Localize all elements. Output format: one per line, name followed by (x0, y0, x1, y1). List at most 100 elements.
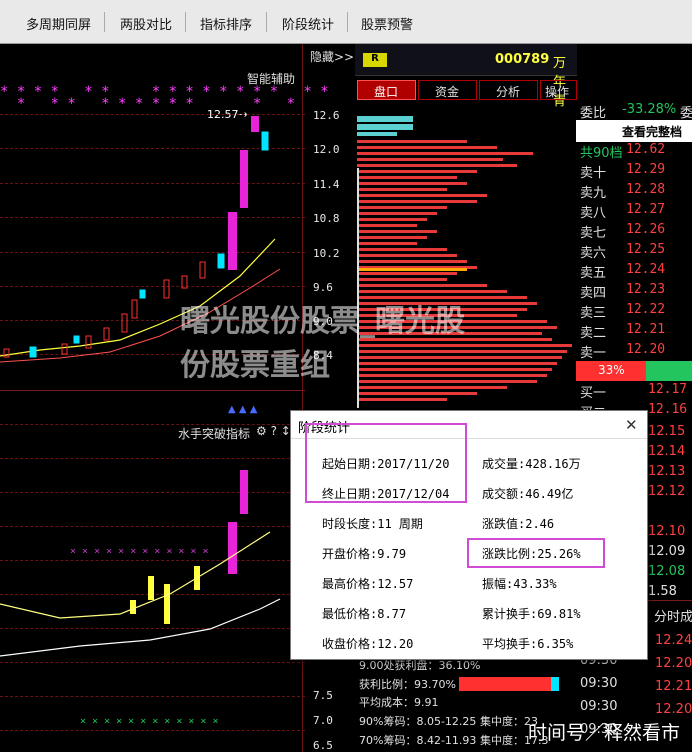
tab-operate[interactable]: 操作 (540, 80, 577, 100)
weibi-tail: 委 (680, 106, 692, 121)
indicator-bars-yellow (130, 566, 200, 624)
side-price: 1.58 (648, 584, 677, 599)
tab-stage-stats[interactable]: 阶段统计 (282, 14, 334, 33)
order-row[interactable]: 卖八 12.27 (576, 202, 692, 222)
tab-label: 分析 (496, 85, 521, 99)
price-tick: 6.5 (313, 739, 333, 752)
candle (199, 261, 206, 279)
order-row[interactable]: 卖七 12.26 (576, 222, 692, 242)
price-tick: 12.6 (313, 109, 340, 122)
order-price: 12.24 (626, 262, 666, 277)
order-price: 12.27 (626, 202, 666, 217)
hide-button[interactable]: 隐藏>> (310, 48, 354, 65)
order-label: 卖一 (580, 346, 607, 361)
profit-ratio-bar-tail (551, 677, 559, 691)
avg-cost: 平均成本：9.91 (359, 696, 439, 709)
view-full-label: 查看完整档 (622, 125, 683, 139)
tick-price: 12.24 (655, 633, 692, 648)
order-row[interactable]: 共90档 12.62 (576, 142, 692, 162)
order-row[interactable]: 卖五 12.24 (576, 262, 692, 282)
tick-header: 分时成交 (654, 610, 692, 625)
stage-stats-dialog[interactable]: 阶段统计 ✕ 起始日期:2017/11/20 终止日期:2017/12/04 时… (290, 410, 648, 660)
corner-watermark: 时间号／释然看市 (528, 722, 681, 744)
view-full-button[interactable]: 查看完整档 (576, 120, 692, 142)
tab-compare[interactable]: 两股对比 (120, 14, 172, 33)
crosses-purple: × × × × × × × × × × × × (70, 546, 208, 557)
indicator-bar (240, 470, 248, 514)
tab-stock-alert[interactable]: 股票预警 (361, 14, 413, 33)
tab-funds[interactable]: 资金 (418, 80, 477, 100)
toolbar: 多周期同屏 两股对比 指标排序 阶段统计 股票预警 (0, 0, 692, 44)
order-price: 12.16 (648, 402, 688, 417)
tab-indicator-sort[interactable]: 指标排序 (200, 14, 252, 33)
weibi-value: -33.28% (622, 102, 677, 117)
cumulative-turnover: 累计换手:69.81% (482, 607, 581, 621)
weibi-row: 委比 -33.28% 委 (576, 100, 692, 121)
candle (163, 279, 170, 299)
side-price: 12.13 (648, 464, 686, 479)
candle (29, 346, 37, 358)
tick-time: 09:30 (580, 676, 618, 691)
tab-pankou[interactable]: 盘口 (357, 80, 416, 100)
order-label: 卖七 (580, 226, 607, 241)
stock-code: 000789 (495, 52, 550, 67)
side-price: 12.14 (648, 444, 686, 459)
tab-label: 操作 (545, 85, 570, 99)
watermark-line: 份股票重组 (180, 348, 330, 383)
order-label: 卖二 (580, 326, 607, 341)
tab-analysis[interactable]: 分析 (479, 80, 538, 100)
buy-sell-ratio-bar: 33% (576, 361, 692, 381)
side-price: 12.12 (648, 484, 686, 499)
indicator-bar (148, 576, 154, 600)
price-tick: 7.0 (313, 714, 333, 727)
order-row[interactable]: 卖四 12.23 (576, 282, 692, 302)
order-row[interactable]: 卖二 12.21 (576, 322, 692, 342)
order-price: 12.17 (648, 382, 688, 397)
order-price: 12.22 (626, 302, 666, 317)
indicator-line-lower (0, 598, 281, 657)
indicator-bar (228, 522, 237, 574)
order-row[interactable]: 买一 12.17 (576, 382, 692, 402)
stock-badge: R (363, 53, 387, 67)
order-row[interactable]: 卖九 12.28 (576, 182, 692, 202)
tab-label: 资金 (435, 85, 460, 99)
candle (121, 313, 128, 333)
order-row[interactable]: 卖三 12.22 (576, 302, 692, 322)
watermark-overlay: 曙光股份股票_曙光股 份股票重组 (180, 300, 520, 388)
candle (131, 299, 138, 319)
turnover-amount: 成交额:46.49亿 (482, 487, 574, 501)
change-percent: 涨跌比例:25.26% (482, 547, 581, 561)
order-label: 买一 (580, 386, 607, 401)
order-row[interactable]: 卖六 12.25 (576, 242, 692, 262)
amplitude: 振幅:43.33% (482, 577, 557, 591)
side-price: 12.08 (648, 564, 686, 579)
order-row[interactable]: 卖一 12.20 (576, 342, 692, 362)
chips-70: 70%筹码：8.42-11.93 (359, 734, 477, 747)
order-label: 卖八 (580, 206, 607, 221)
candle (85, 335, 92, 349)
price-tick: 10.2 (313, 247, 340, 260)
order-price: 12.25 (626, 242, 666, 257)
end-date: 终止日期:2017/12/04 (322, 487, 450, 501)
order-row[interactable]: 卖十 12.29 (576, 162, 692, 182)
order-price: 12.23 (626, 282, 666, 297)
volume: 成交量:428.16万 (482, 457, 581, 471)
candle (228, 212, 237, 270)
indicator-bar (130, 600, 136, 614)
crosses-green: × × × × × × × × × × × × (80, 716, 218, 727)
close-icon[interactable]: ✕ (625, 416, 638, 434)
tab-multi-period[interactable]: 多周期同屏 (26, 14, 91, 33)
order-label: 共90档 (580, 146, 623, 161)
indicator-settings-icon[interactable]: ⚙ ? ↕ (256, 424, 291, 438)
price-tick: 10.8 (313, 212, 340, 225)
average-turnover: 平均换手:6.35% (482, 637, 574, 651)
candlestick-plot: × × × × × × × × × × × × × × × × × × × × … (0, 116, 281, 727)
weibi-label: 委比 (580, 106, 607, 121)
watermark-line: 曙光股份股票_曙光股 (180, 304, 465, 339)
candle (103, 327, 110, 341)
start-date: 起始日期:2017/11/20 (322, 457, 450, 471)
candle (73, 335, 80, 344)
side-price: 12.09 (648, 544, 686, 559)
toolbar-divider (104, 12, 105, 32)
indicator-name[interactable]: 水手突破指标 (178, 425, 250, 442)
